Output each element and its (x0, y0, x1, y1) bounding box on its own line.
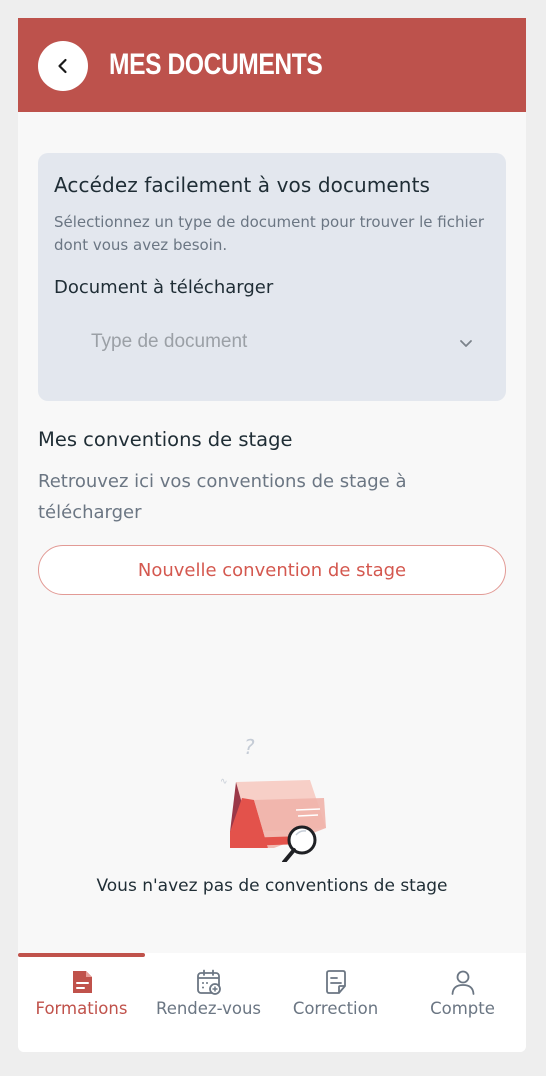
svg-text:?: ? (244, 735, 255, 759)
card-title: Accédez facilement à vos documents (54, 173, 431, 197)
tab-label: Correction (292, 999, 379, 1018)
tab-compte[interactable]: Compte (399, 953, 526, 1052)
tab-label: Formations (35, 999, 128, 1018)
calendar-icon (196, 969, 221, 995)
documents-card: Accédez facilement à vos documents Sélec… (38, 153, 506, 401)
chevron-down-icon (460, 340, 472, 347)
tab-label: Compte (430, 999, 495, 1018)
empty-state-text: Vous n'avez pas de conventions de stage (96, 876, 448, 896)
document-icon (72, 971, 92, 993)
new-convention-button[interactable]: Nouvelle convention de stage (38, 545, 506, 595)
back-button[interactable] (38, 41, 88, 91)
header-bar: MES DOCUMENTS (18, 18, 526, 112)
user-icon (451, 970, 474, 995)
conventions-description: Retrouvez ici vos conventions de stage à… (38, 471, 407, 523)
conventions-title: Mes conventions de stage (38, 428, 293, 451)
bottom-tab-bar: Formations Rendez-vous Correction Compte (18, 953, 526, 1052)
empty-folder-illustration: ? ∿ ? (220, 735, 326, 862)
card-description: Sélectionnez un type de document pour tr… (54, 213, 485, 254)
tab-rendez-vous[interactable]: Rendez-vous (145, 953, 272, 1052)
document-type-label: Document à télécharger (54, 277, 274, 298)
chevron-left-icon (58, 58, 67, 74)
tab-label: Rendez-vous (155, 999, 262, 1018)
document-type-select[interactable]: Type de document (54, 321, 490, 365)
tab-correction[interactable]: Correction (272, 953, 399, 1052)
app-screen: MES DOCUMENTS Accédez facilement à vos d… (18, 18, 526, 1052)
tab-formations[interactable]: Formations (18, 953, 145, 1052)
select-placeholder: Type de document (91, 331, 248, 352)
file-icon (325, 970, 346, 994)
svg-text:∿: ∿ (220, 777, 228, 787)
page-title: MES DOCUMENTS (109, 48, 323, 81)
